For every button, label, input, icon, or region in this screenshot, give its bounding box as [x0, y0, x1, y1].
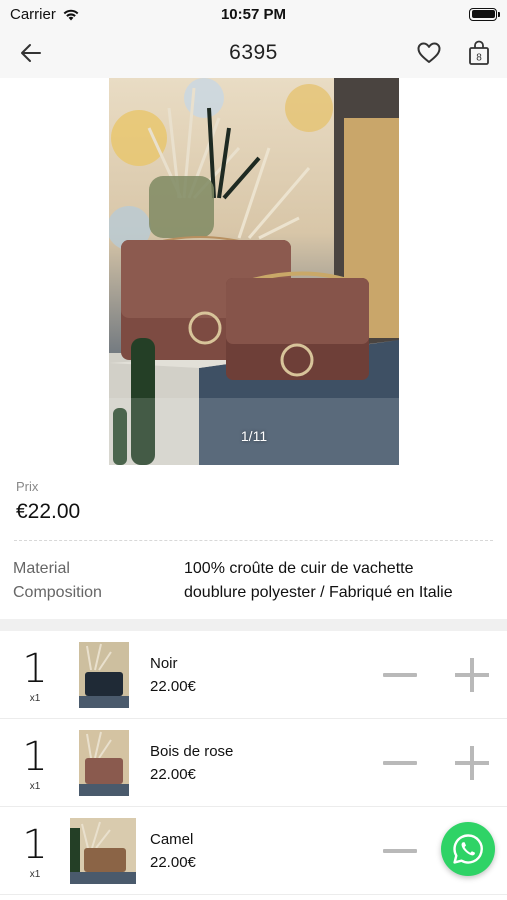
cart-count-badge: 8: [476, 53, 482, 64]
variant-quantity: 1: [22, 822, 48, 868]
variant-quantity-unit: x1: [29, 781, 41, 792]
variant-thumbnail[interactable]: [79, 642, 129, 708]
variant-quantity: 1: [22, 734, 48, 780]
shopping-bag-icon[interactable]: 8: [466, 39, 492, 67]
variant-price: 22.00€: [150, 854, 196, 871]
whatsapp-icon: [453, 834, 483, 864]
price-value: €22.00: [16, 500, 81, 523]
variant-row-bois-de-rose: 1 x1 Bois de rose 22.00€: [0, 719, 507, 807]
decrease-quantity-button[interactable]: [383, 837, 417, 865]
decrease-quantity-button[interactable]: [383, 661, 417, 689]
status-bar: Carrier 10:57 PM: [0, 0, 507, 28]
product-gallery[interactable]: 1/11: [0, 78, 507, 465]
spec-values: 100% croûte de cuir de vachette doublure…: [184, 557, 453, 605]
whatsapp-button[interactable]: [441, 822, 495, 876]
spec-labels: Material Composition: [13, 557, 102, 605]
spec-label-composition: Composition: [13, 584, 102, 601]
gallery-counter: 1/11: [240, 428, 268, 444]
price-section: Prix €22.00: [0, 465, 507, 541]
increase-quantity-button[interactable]: [455, 746, 489, 780]
status-left: Carrier: [10, 6, 80, 23]
battery-icon: [469, 7, 500, 21]
page-title: 6395: [229, 41, 278, 64]
spec-label-material: Material: [13, 560, 70, 577]
variant-thumbnail[interactable]: [70, 818, 136, 884]
variant-quantity-unit: x1: [29, 869, 41, 880]
variant-name: Camel: [150, 831, 194, 848]
variant-row-camel: 1 x1 Camel 22.00€: [0, 807, 507, 895]
decrease-quantity-button[interactable]: [383, 749, 417, 777]
nav-bar: 6395 8: [0, 28, 507, 78]
back-arrow-icon[interactable]: [18, 40, 44, 66]
price-label: Prix: [16, 479, 39, 494]
spec-value-composition: doublure polyester / Fabriqué en Italie: [184, 584, 453, 601]
section-separator: [0, 619, 507, 631]
variant-name: Bois de rose: [150, 743, 234, 760]
increase-quantity-button[interactable]: [455, 658, 489, 692]
variant-quantity-unit: x1: [29, 693, 41, 704]
variant-quantity: 1: [22, 646, 48, 692]
variant-thumbnail[interactable]: [79, 730, 129, 796]
variant-name: Noir: [150, 655, 178, 672]
wifi-icon: [63, 9, 79, 20]
heart-icon[interactable]: [416, 40, 442, 66]
product-photo-illustration: [109, 78, 399, 465]
product-photo[interactable]: [109, 78, 399, 465]
variant-row-noir: 1 x1 Noir 22.00€: [0, 631, 507, 719]
carrier-label: Carrier: [10, 5, 56, 23]
specs-section: Material Composition 100% croûte de cuir…: [0, 541, 507, 619]
variant-price: 22.00€: [150, 766, 196, 783]
variant-price: 22.00€: [150, 678, 196, 695]
spec-value-material: 100% croûte de cuir de vachette: [184, 560, 414, 577]
